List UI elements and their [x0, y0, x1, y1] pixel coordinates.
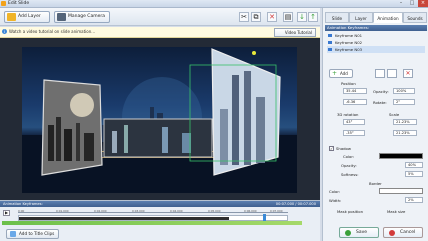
cancel-button[interactable]: Cancel	[383, 227, 423, 238]
position-label: Position	[341, 81, 356, 86]
position-x-field[interactable]: 35.44	[343, 88, 367, 94]
rotation-y-field[interactable]: -35°	[343, 130, 365, 136]
timeline-panel: Animation Keyframes: 00:07.000 / 00:07.0…	[0, 200, 320, 241]
slide-preview	[22, 48, 297, 193]
delete-keyframe-icon[interactable]: ✕	[403, 69, 413, 78]
timeline-progress	[19, 217, 229, 220]
add-to-title-clips-button[interactable]: Add to Title Clips	[6, 229, 60, 239]
opacity-label: Opacity:	[373, 89, 389, 94]
camera-icon	[57, 13, 66, 21]
scale-x-field[interactable]: 21.23%	[393, 119, 417, 125]
cancel-icon	[389, 230, 395, 236]
close-button[interactable]: ×	[418, 0, 428, 7]
play-icon[interactable]: ▶	[3, 210, 10, 216]
save-icon	[345, 230, 351, 236]
shadow-checkbox[interactable]: ✓	[329, 146, 334, 151]
scale-label: Scale	[389, 112, 400, 117]
softness-field[interactable]: 5%	[405, 171, 423, 177]
move-down-icon[interactable]: ↓	[297, 12, 307, 22]
tab-sounds[interactable]: Sounds	[403, 12, 427, 23]
shadow-color-swatch[interactable]	[379, 153, 423, 159]
shadow-label: Shadow	[336, 146, 351, 151]
keyframe-icon	[328, 41, 332, 44]
rotate-label: Rotate:	[373, 100, 387, 105]
info-icon: i	[2, 29, 7, 34]
add-layer-icon	[7, 13, 16, 21]
keyframes-header: Animation Keyframes:	[325, 25, 427, 31]
cut-icon[interactable]: ✂	[239, 12, 249, 22]
keyframe-icon	[328, 34, 332, 37]
slide-canvas[interactable]	[22, 47, 297, 193]
keyframe-item[interactable]: Keyframe N02	[327, 39, 425, 46]
keyframe-item[interactable]: Keyframe N03	[327, 46, 425, 53]
softness-label: Softness:	[341, 172, 359, 177]
rotate-field[interactable]: 2°	[393, 99, 415, 105]
border-label: Border	[369, 181, 382, 186]
paste-keyframe-icon[interactable]	[387, 69, 397, 78]
rotation-3d-label: 3D rotation	[337, 112, 359, 117]
add-keyframe-button[interactable]: + Add	[329, 69, 353, 78]
info-bar: i Watch a video tutorial on slide animat…	[0, 27, 320, 38]
move-up-icon[interactable]: ↑	[308, 12, 318, 22]
photo-card-left	[41, 79, 103, 176]
shadow-color-label: Color:	[343, 154, 355, 159]
timeline-ruler: 0:00 0:01.000 0:02.000 0:03.000 0:04.000…	[18, 209, 288, 213]
tab-slide[interactable]: Slide	[325, 12, 349, 23]
width-label: Width:	[329, 198, 342, 203]
video-tutorial-button[interactable]: Video Tutorial	[273, 28, 316, 37]
rotate-handle	[252, 51, 256, 55]
opacity-field[interactable]: 100%	[393, 88, 415, 94]
position-y-field[interactable]: -6.36	[343, 99, 367, 105]
delete-icon[interactable]: ✕	[267, 12, 277, 22]
toolbar: Add Layer Manage Camera ✂ ⧉ ✕ ▤ ↓ ↑	[0, 8, 320, 26]
shadow-opacity-field[interactable]: 40%	[405, 162, 423, 168]
keyframe-item[interactable]: Keyframe N01	[327, 32, 425, 39]
app-icon	[1, 1, 6, 6]
timeline-header: Animation Keyframes: 00:07.000 / 00:07.0…	[0, 201, 320, 207]
minimize-button[interactable]: –	[396, 0, 406, 7]
manage-camera-button[interactable]: Manage Camera	[54, 11, 110, 23]
tab-animation[interactable]: Animation	[373, 12, 403, 23]
photo-card-right	[211, 48, 281, 176]
photo-card-middle	[103, 118, 213, 158]
border-color-swatch[interactable]	[379, 188, 423, 194]
copy-keyframe-icon[interactable]	[375, 69, 385, 78]
add-layer-button[interactable]: Add Layer	[4, 11, 50, 23]
rotation-x-field[interactable]: 43°	[343, 119, 365, 125]
mask-size-label[interactable]: Mask size	[387, 209, 405, 214]
info-text[interactable]: Watch a video tutorial on slide animatio…	[9, 29, 95, 34]
scale-y-field[interactable]: 21.23%	[393, 130, 417, 136]
title-clips-icon	[10, 231, 16, 237]
border-color-label: Color:	[329, 189, 341, 194]
panel-tabs: Slide Layer Animation Sounds	[323, 12, 428, 23]
maximize-button[interactable]: □	[407, 0, 417, 7]
border-width-field[interactable]: 2%	[405, 197, 423, 203]
title-bar: Edit Slide – □ ×	[0, 0, 428, 8]
copy-icon[interactable]: ⧉	[251, 12, 261, 22]
plus-icon: +	[332, 70, 338, 77]
save-button[interactable]: Save	[339, 227, 379, 238]
keyframe-icon	[328, 48, 332, 51]
align-icon[interactable]: ▤	[283, 12, 293, 22]
shadow-opacity-label: Opacity:	[341, 163, 357, 168]
timeline-time: 00:07.000 / 00:07.000	[275, 202, 316, 206]
properties-panel: Slide Layer Animation Sounds Animation K…	[322, 8, 428, 241]
slide-duration-bar	[2, 221, 302, 225]
tab-layer[interactable]: Layer	[349, 12, 373, 23]
window-title: Edit Slide	[8, 1, 30, 6]
mask-position-label[interactable]: Mask position	[337, 209, 363, 214]
